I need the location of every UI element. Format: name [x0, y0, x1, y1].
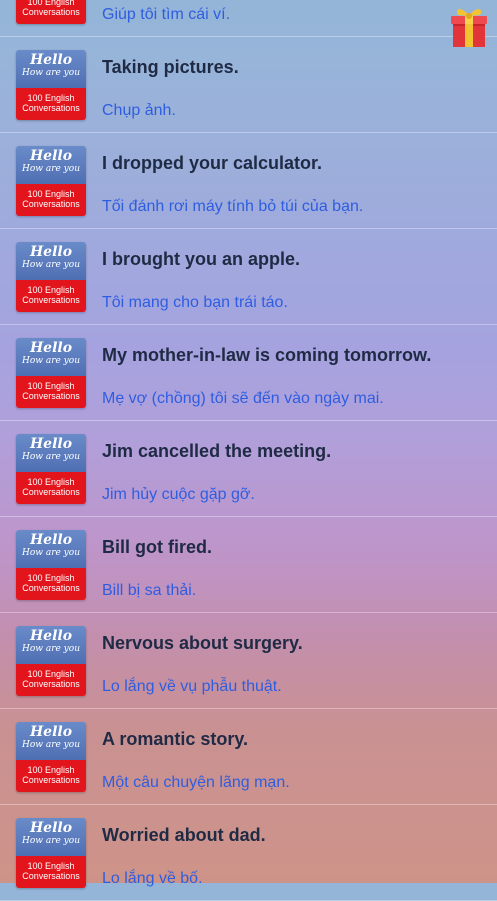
thumbnail-line2: Conversations: [22, 199, 80, 209]
thumbnail-line2: Conversations: [22, 679, 80, 689]
item-title: I dropped your calculator.: [102, 153, 323, 173]
item-title: A romantic story.: [102, 729, 249, 749]
thumbnail-line1: 100 English: [27, 765, 75, 775]
thumbnail-line2: Conversations: [22, 487, 80, 497]
list-item[interactable]: Hello How are you 100 English Conversati…: [0, 0, 497, 37]
item-title: Nervous about surgery.: [102, 633, 303, 653]
thumbnail-hello: Hello: [29, 820, 73, 836]
list-item[interactable]: Hello How are you 100 English Conversati…: [0, 421, 497, 517]
thumbnail-how: How are you: [22, 740, 80, 750]
conversation-thumbnail: Hello How are you 100 English Conversati…: [16, 434, 86, 504]
conversation-thumbnail: Hello How are you 100 English Conversati…: [16, 338, 86, 408]
thumbnail-line1: 100 English: [27, 0, 75, 7]
thumbnail-line2: Conversations: [22, 871, 80, 881]
thumbnail-hello: Hello: [29, 436, 73, 452]
item-subtitle: Giúp tôi tìm cái ví.: [102, 6, 231, 23]
item-subtitle: Lo lắng về bố.: [102, 870, 203, 887]
list-item[interactable]: Hello How are you 100 English Conversati…: [0, 805, 497, 901]
item-title: Taking pictures.: [102, 57, 239, 77]
thumbnail-line1: 100 English: [27, 93, 75, 103]
thumbnail-how: How are you: [22, 68, 80, 78]
list-item[interactable]: Hello How are you 100 English Conversati…: [0, 133, 497, 229]
list-item[interactable]: Hello How are you 100 English Conversati…: [0, 229, 497, 325]
list-item[interactable]: Hello How are you 100 English Conversati…: [0, 325, 497, 421]
thumbnail-hello: Hello: [29, 532, 73, 548]
conversation-thumbnail: Hello How are you 100 English Conversati…: [16, 242, 86, 312]
thumbnail-hello: Hello: [29, 724, 73, 740]
thumbnail-hello: Hello: [29, 340, 73, 356]
gift-icon[interactable]: [450, 4, 488, 48]
conversation-thumbnail: Hello How are you 100 English Conversati…: [16, 50, 86, 120]
item-title: Worried about dad.: [102, 825, 266, 845]
conversation-thumbnail: Hello How are you 100 English Conversati…: [16, 626, 86, 696]
thumbnail-how: How are you: [22, 644, 80, 654]
thumbnail-how: How are you: [22, 356, 80, 366]
list-item[interactable]: Hello How are you 100 English Conversati…: [0, 709, 497, 805]
thumbnail-line2: Conversations: [22, 7, 80, 17]
item-subtitle: Lo lắng về vụ phẫu thuật.: [102, 678, 282, 695]
conversation-thumbnail: Hello How are you 100 English Conversati…: [16, 818, 86, 888]
thumbnail-line1: 100 English: [27, 381, 75, 391]
item-title: Bill got fired.: [102, 537, 212, 557]
thumbnail-how: How are you: [22, 452, 80, 462]
item-subtitle: Tôi mang cho bạn trái táo.: [102, 294, 288, 311]
list-item[interactable]: Hello How are you 100 English Conversati…: [0, 613, 497, 709]
item-title: My mother-in-law is coming tomorrow.: [102, 345, 432, 365]
thumbnail-hello: Hello: [29, 52, 73, 68]
item-subtitle: Một câu chuyện lãng mạn.: [102, 774, 290, 791]
thumbnail-hello: Hello: [29, 148, 73, 164]
thumbnail-line2: Conversations: [22, 295, 80, 305]
thumbnail-hello: Hello: [29, 628, 73, 644]
thumbnail-how: How are you: [22, 548, 80, 558]
thumbnail-line2: Conversations: [22, 391, 80, 401]
thumbnail-line2: Conversations: [22, 775, 80, 785]
thumbnail-line1: 100 English: [27, 861, 75, 871]
item-subtitle: Jim hủy cuộc gặp gỡ.: [102, 486, 255, 503]
list-item[interactable]: Hello How are you 100 English Conversati…: [0, 37, 497, 133]
thumbnail-line2: Conversations: [22, 103, 80, 113]
item-subtitle: Mẹ vợ (chồng) tôi sẽ đến vào ngày mai.: [102, 390, 384, 407]
thumbnail-how: How are you: [22, 836, 80, 846]
item-subtitle: Chụp ảnh.: [102, 102, 176, 119]
thumbnail-line2: Conversations: [22, 583, 80, 593]
list-item[interactable]: Hello How are you 100 English Conversati…: [0, 517, 497, 613]
thumbnail-how: How are you: [22, 164, 80, 174]
thumbnail-line1: 100 English: [27, 669, 75, 679]
conversation-thumbnail: Hello How are you 100 English Conversati…: [16, 530, 86, 600]
item-subtitle: Bill bị sa thải.: [102, 582, 197, 599]
item-title: I brought you an apple.: [102, 249, 300, 269]
thumbnail-line1: 100 English: [27, 285, 75, 295]
item-subtitle: Tối đánh rơi máy tính bỏ túi của bạn.: [102, 198, 364, 215]
thumbnail-line1: 100 English: [27, 573, 75, 583]
conversation-thumbnail: Hello How are you 100 English Conversati…: [16, 146, 86, 216]
thumbnail-line1: 100 English: [27, 477, 75, 487]
thumbnail-how: How are you: [22, 260, 80, 270]
conversation-thumbnail: Hello How are you 100 English Conversati…: [16, 0, 86, 24]
thumbnail-line1: 100 English: [27, 189, 75, 199]
item-title: Jim cancelled the meeting.: [102, 441, 332, 461]
thumbnail-hello: Hello: [29, 244, 73, 260]
conversation-thumbnail: Hello How are you 100 English Conversati…: [16, 722, 86, 792]
conversation-list: Hello How are you 100 English Conversati…: [0, 0, 497, 901]
